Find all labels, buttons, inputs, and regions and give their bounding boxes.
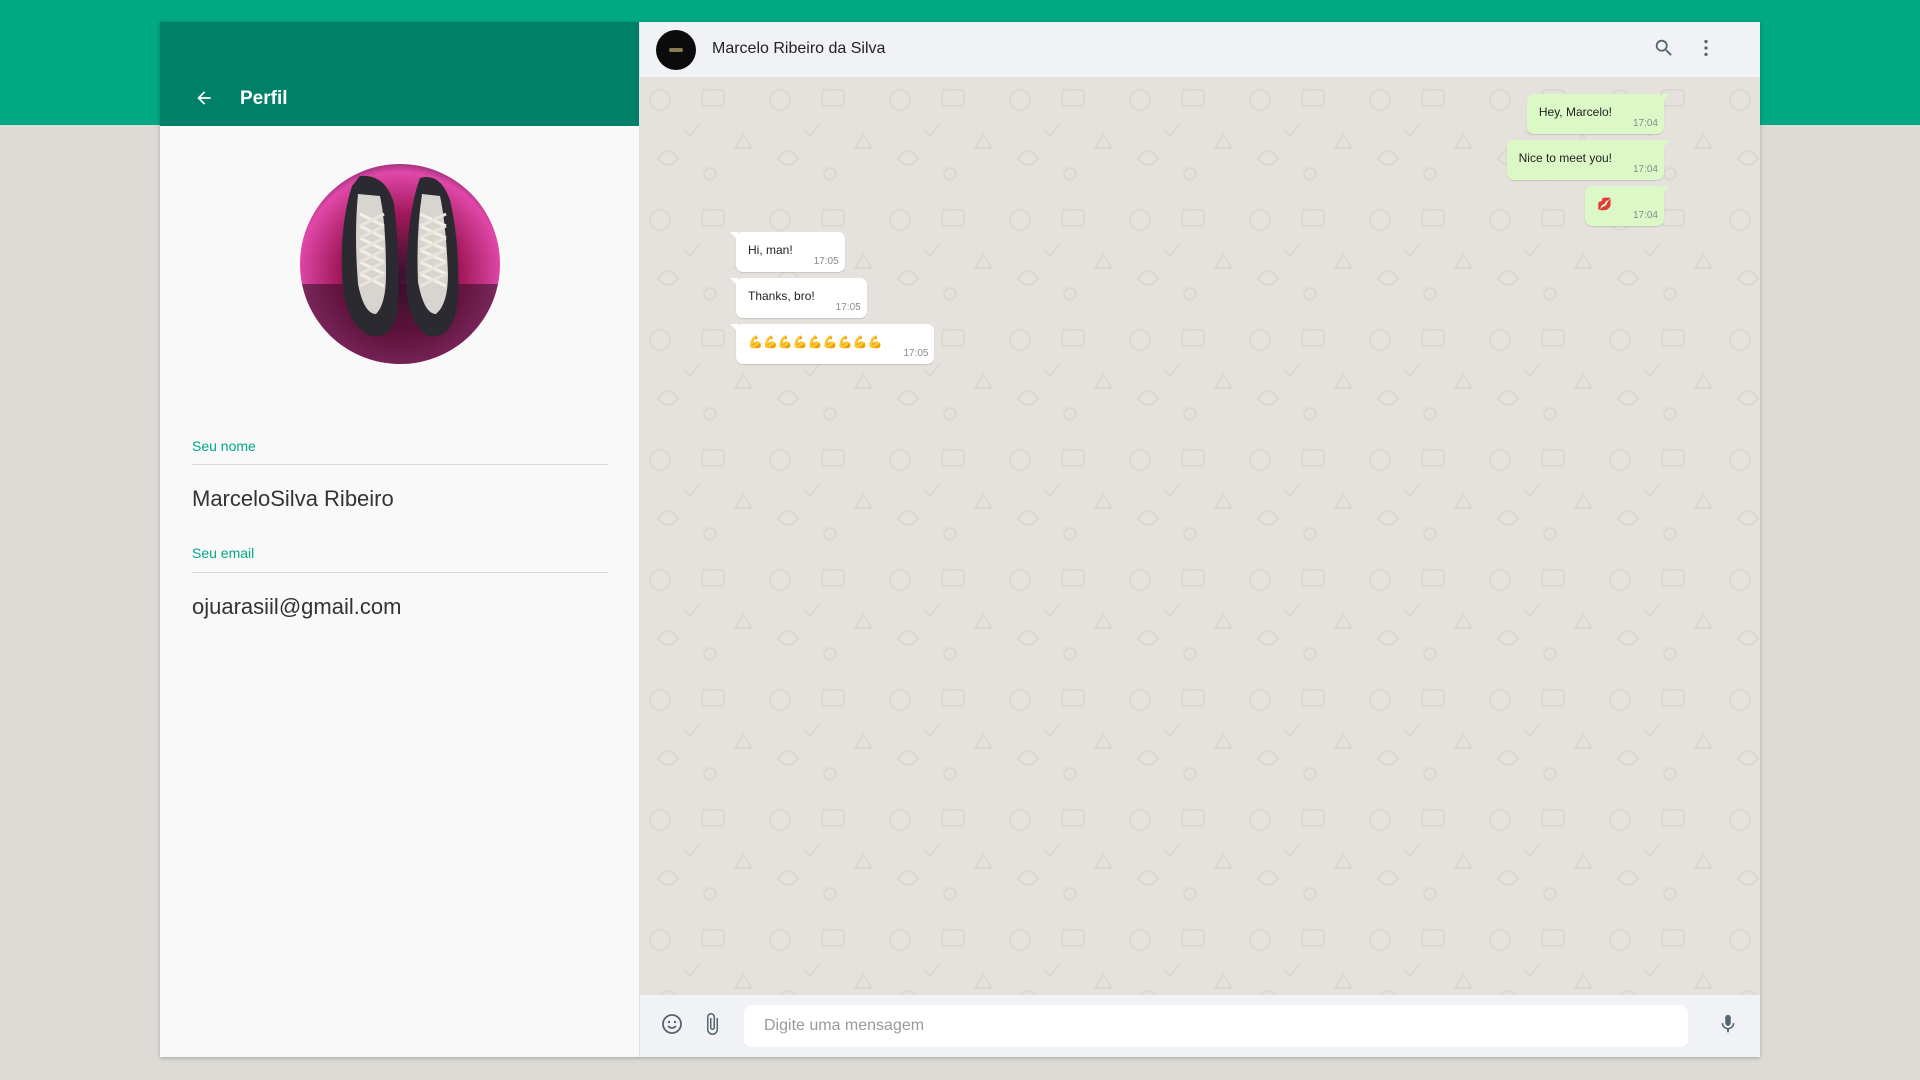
profile-title: Perfil bbox=[240, 88, 288, 109]
email-label: Seu email bbox=[192, 545, 255, 561]
message-time: 17:04 bbox=[1632, 210, 1658, 221]
message-time: 17:04 bbox=[1632, 164, 1658, 175]
message-time: 17:05 bbox=[903, 348, 929, 359]
app-window: Perfil Seu nome MarceloSilva Ribeiro Seu… bbox=[160, 22, 1760, 1057]
email-divider bbox=[192, 572, 608, 573]
profile-header: Perfil bbox=[160, 22, 639, 126]
message-text: Hi, man! bbox=[748, 243, 793, 257]
contact-avatar[interactable] bbox=[656, 30, 696, 70]
chat-header: Marcelo Ribeiro da Silva bbox=[640, 22, 1760, 78]
contact-name[interactable]: Marcelo Ribeiro da Silva bbox=[712, 40, 885, 58]
profile-photo[interactable] bbox=[300, 164, 500, 364]
message-bubble-incoming[interactable]: Hi, man! 17:05 bbox=[730, 232, 845, 272]
arrow-left-icon bbox=[194, 88, 214, 113]
attach-button[interactable] bbox=[698, 1012, 726, 1040]
message-time: 17:05 bbox=[813, 256, 839, 267]
chat-body: Hey, Marcelo! 17:04 Nice to meet you! 17… bbox=[640, 78, 1760, 995]
search-button[interactable] bbox=[1650, 36, 1678, 64]
message-time: 17:05 bbox=[835, 302, 861, 313]
menu-button[interactable] bbox=[1692, 36, 1720, 64]
back-button[interactable] bbox=[190, 86, 218, 114]
message-bubble-outgoing[interactable]: Nice to meet you! 17:04 bbox=[1506, 140, 1671, 180]
profile-panel: Perfil Seu nome MarceloSilva Ribeiro Seu… bbox=[160, 22, 640, 1057]
email-value[interactable]: ojuarasiil@gmail.com bbox=[192, 594, 401, 620]
chat-panel: Marcelo Ribeiro da Silva Hey, Marcelo! 1… bbox=[640, 22, 1760, 1057]
paperclip-icon bbox=[700, 1012, 724, 1041]
search-icon bbox=[1653, 37, 1675, 64]
message-text: 💪💪💪💪💪💪💪💪💪 bbox=[748, 335, 883, 349]
microphone-icon bbox=[1717, 1013, 1739, 1040]
message-text: Thanks, bro! bbox=[748, 289, 815, 303]
more-vertical-icon bbox=[1695, 37, 1717, 64]
name-value[interactable]: MarceloSilva Ribeiro bbox=[192, 486, 394, 512]
message-bubble-incoming[interactable]: Thanks, bro! 17:05 bbox=[730, 278, 867, 318]
chat-footer bbox=[640, 995, 1760, 1057]
message-time: 17:04 bbox=[1632, 118, 1658, 129]
name-divider bbox=[192, 464, 608, 465]
emoji-button[interactable] bbox=[658, 1012, 686, 1040]
message-bubble-outgoing[interactable]: 💋 17:04 bbox=[1585, 186, 1670, 226]
message-bubble-outgoing[interactable]: Hey, Marcelo! 17:04 bbox=[1526, 94, 1671, 134]
message-text: 💋 bbox=[1597, 197, 1612, 211]
avatar-logo bbox=[669, 48, 683, 52]
name-label: Seu nome bbox=[192, 438, 256, 454]
message-text: Hey, Marcelo! bbox=[1538, 105, 1612, 119]
message-bubble-incoming[interactable]: 💪💪💪💪💪💪💪💪💪 17:05 bbox=[729, 324, 935, 364]
mic-button[interactable] bbox=[1714, 1012, 1742, 1040]
emoji-icon bbox=[660, 1012, 684, 1041]
message-input[interactable] bbox=[744, 1005, 1688, 1047]
message-text: Nice to meet you! bbox=[1518, 151, 1612, 165]
